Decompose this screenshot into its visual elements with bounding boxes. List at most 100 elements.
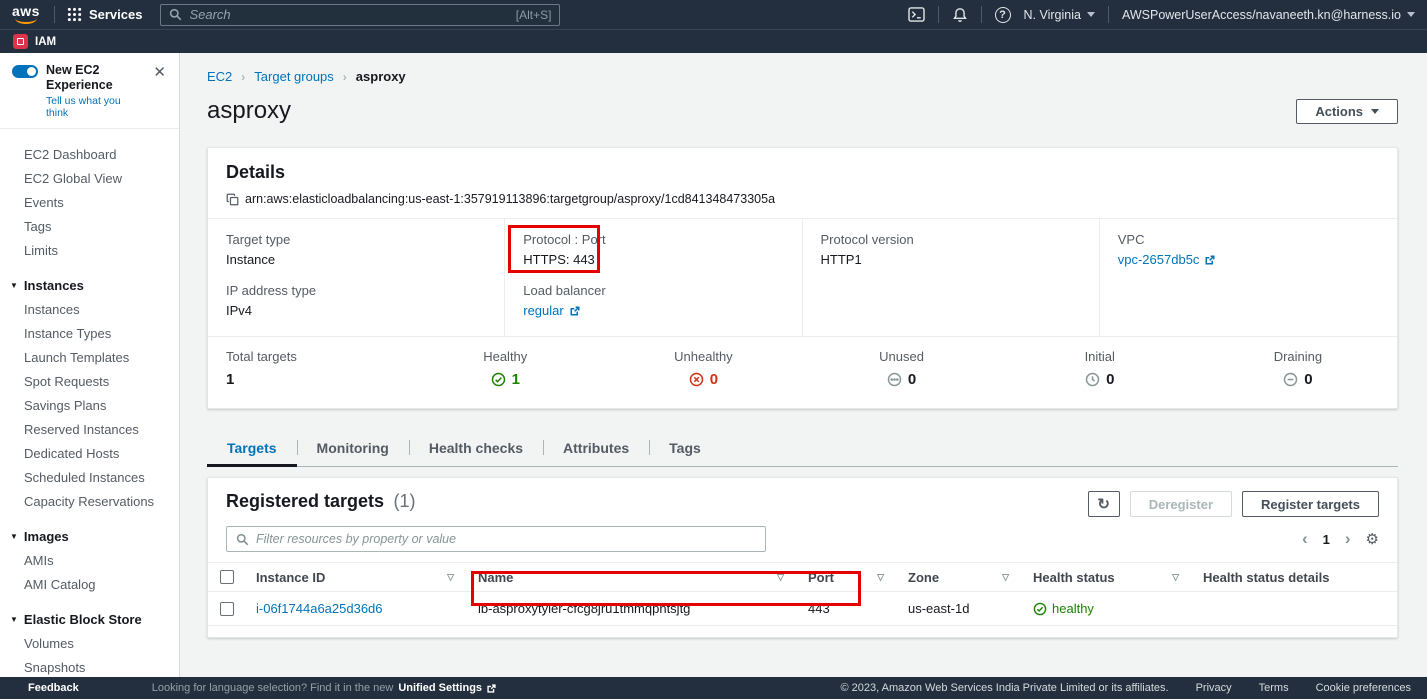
favorite-iam[interactable]: IAM <box>13 34 56 49</box>
sidebar-item-savings-plans[interactable]: Savings Plans <box>0 393 179 417</box>
copy-icon[interactable] <box>226 193 239 206</box>
sidebar-item-ec2-global-view[interactable]: EC2 Global View <box>0 166 179 190</box>
top-navbar-right: ? N. Virginia AWSPowerUserAccess/navanee… <box>908 6 1415 23</box>
unused-count: 0 <box>908 371 916 388</box>
table-row: i-06f1744a6a25d36d6 lb-asproxytyler-cfcg… <box>208 592 1397 626</box>
sidebar-item-tags[interactable]: Tags <box>0 214 179 238</box>
instance-id-link[interactable]: i-06f1744a6a25d36d6 <box>256 601 383 616</box>
breadcrumb-separator-icon: › <box>343 70 347 84</box>
sort-icon[interactable]: ▽ <box>877 572 884 583</box>
sidebar-section-ebs[interactable]: ▼ Elastic Block Store <box>0 607 179 631</box>
sort-icon[interactable]: ▽ <box>1172 572 1179 583</box>
deregister-button[interactable]: Deregister <box>1130 491 1232 517</box>
total-targets-value: 1 <box>226 371 234 388</box>
refresh-button[interactable]: ↻ <box>1088 491 1120 517</box>
register-targets-button[interactable]: Register targets <box>1242 491 1379 517</box>
aws-logo[interactable]: aws <box>12 5 40 24</box>
tab-monitoring[interactable]: Monitoring <box>297 431 409 466</box>
sidebar-item-snapshots[interactable]: Snapshots <box>0 655 179 679</box>
previous-page-icon[interactable]: ‹ <box>1302 532 1308 546</box>
row-checkbox[interactable] <box>220 602 234 616</box>
sidebar-item-dedicated-hosts[interactable]: Dedicated Hosts <box>0 441 179 465</box>
details-grid: Target type Instance IP address type IPv… <box>208 218 1397 336</box>
tab-tags[interactable]: Tags <box>649 431 721 466</box>
sidebar-item-ami-catalog[interactable]: AMI Catalog <box>0 572 179 596</box>
sidebar-item-ec2-dashboard[interactable]: EC2 Dashboard <box>0 142 179 166</box>
x-circle-icon <box>689 372 704 387</box>
language-prompt: Looking for language selection? Find it … <box>152 682 394 694</box>
stat-label: Initial <box>1001 349 1199 364</box>
external-link-icon <box>1204 254 1216 266</box>
column-header-health-status: Health status <box>1033 570 1115 585</box>
field-label: Protocol : Port <box>523 231 783 249</box>
sidebar-item-limits[interactable]: Limits <box>0 238 179 262</box>
sidebar-item-reserved-instances[interactable]: Reserved Instances <box>0 417 179 441</box>
close-icon[interactable]: ✕ <box>150 63 169 82</box>
divider <box>981 6 982 23</box>
select-all-checkbox[interactable] <box>220 570 234 584</box>
tab-attributes[interactable]: Attributes <box>543 431 649 466</box>
ellipsis-circle-icon <box>887 372 902 387</box>
cloudshell-icon[interactable] <box>908 7 925 22</box>
field-label: Target type <box>226 231 486 249</box>
new-experience-label: New EC2 Experience <box>46 63 142 93</box>
sidebar-item-instance-types[interactable]: Instance Types <box>0 321 179 345</box>
cookie-preferences-link[interactable]: Cookie preferences <box>1316 682 1411 694</box>
registered-targets-title: Registered targets <box>226 491 384 511</box>
sidebar-item-instances[interactable]: Instances <box>0 297 179 321</box>
sidebar-item-scheduled-instances[interactable]: Scheduled Instances <box>0 465 179 489</box>
targets-table: Instance ID ▽ Name ▽ Port ▽ Zone <box>208 562 1397 626</box>
breadcrumb-current: asproxy <box>356 69 406 84</box>
sort-icon[interactable]: ▽ <box>777 572 784 583</box>
target-group-arn: arn:aws:elasticloadbalancing:us-east-1:3… <box>245 192 775 206</box>
vpc-link[interactable]: vpc-2657db5c <box>1118 251 1379 269</box>
sort-icon[interactable]: ▽ <box>447 572 454 583</box>
services-menu-button[interactable]: Services <box>55 7 155 22</box>
load-balancer-link[interactable]: regular <box>523 302 783 320</box>
tab-targets[interactable]: Targets <box>207 431 297 466</box>
clock-circle-icon <box>1085 372 1100 387</box>
actions-button[interactable]: Actions <box>1296 99 1398 124</box>
sort-icon[interactable]: ▽ <box>1002 572 1009 583</box>
breadcrumb-ec2[interactable]: EC2 <box>207 69 232 84</box>
sidebar-item-volumes[interactable]: Volumes <box>0 631 179 655</box>
terms-link[interactable]: Terms <box>1259 682 1289 694</box>
sidebar-item-launch-templates[interactable]: Launch Templates <box>0 345 179 369</box>
healthy-count: 1 <box>512 371 520 388</box>
unified-settings-link[interactable]: Unified Settings <box>398 682 497 694</box>
ip-address-type-value: IPv4 <box>226 302 486 320</box>
target-port-cell: 443 <box>798 601 898 616</box>
sidebar-item-events[interactable]: Events <box>0 190 179 214</box>
check-circle-icon <box>1033 602 1047 616</box>
search-input[interactable] <box>189 7 508 22</box>
detail-tabs: Targets Monitoring Health checks Attribu… <box>207 431 1398 467</box>
help-icon[interactable]: ? <box>995 7 1011 23</box>
filter-input[interactable] <box>256 532 756 546</box>
sidebar-item-amis[interactable]: AMIs <box>0 548 179 572</box>
column-header-name: Name <box>478 570 513 585</box>
draining-count: 0 <box>1304 371 1312 388</box>
aws-smile-icon <box>15 18 37 24</box>
sidebar-item-spot-requests[interactable]: Spot Requests <box>0 369 179 393</box>
sidebar-section-images[interactable]: ▼ Images <box>0 524 179 548</box>
details-title: Details <box>226 162 285 182</box>
account-menu[interactable]: AWSPowerUserAccess/navaneeth.kn@harness.… <box>1122 8 1415 22</box>
tab-health-checks[interactable]: Health checks <box>409 431 543 466</box>
check-circle-icon <box>491 372 506 387</box>
feedback-link[interactable]: Tell us what you think <box>46 95 142 119</box>
main-content: EC2 › Target groups › asproxy asproxy Ac… <box>180 53 1427 677</box>
global-search[interactable]: [Alt+S] <box>160 4 560 26</box>
new-experience-toggle[interactable] <box>12 65 38 78</box>
sidebar-item-capacity-reservations[interactable]: Capacity Reservations <box>0 489 179 513</box>
privacy-link[interactable]: Privacy <box>1196 682 1232 694</box>
settings-gear-icon[interactable]: ⚙ <box>1366 530 1379 548</box>
notifications-bell-icon[interactable] <box>952 7 968 23</box>
feedback-button[interactable]: Feedback <box>28 682 79 694</box>
page-title: asproxy <box>207 97 291 125</box>
filter-box <box>226 526 766 552</box>
region-selector[interactable]: N. Virginia <box>1024 8 1095 22</box>
next-page-icon[interactable]: › <box>1345 532 1351 546</box>
sidebar-section-instances[interactable]: ▼ Instances <box>0 273 179 297</box>
breadcrumb-target-groups[interactable]: Target groups <box>254 69 334 84</box>
favorites-bar: IAM <box>0 29 1427 53</box>
